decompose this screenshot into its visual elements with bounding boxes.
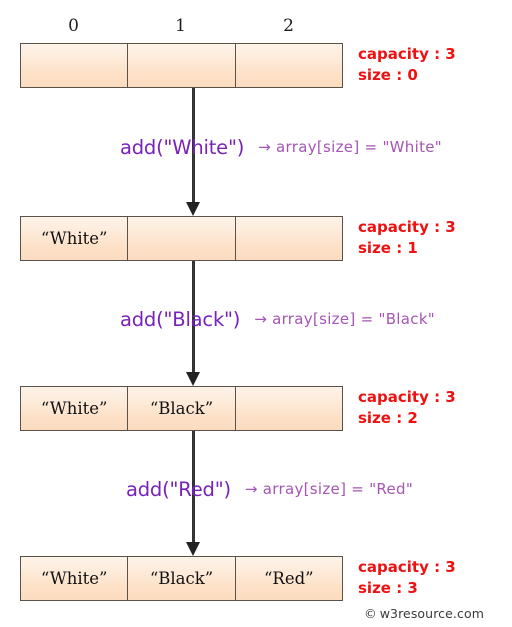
array-index-label-2: 2 <box>283 16 294 36</box>
step-add-red: add("Red") → array[size] = "Red" <box>126 476 413 502</box>
array-cell <box>21 44 129 87</box>
array-state-2: “White” “Black” <box>20 386 343 431</box>
arrow-head <box>186 202 200 216</box>
method-call-label: add("White") <box>120 135 245 159</box>
arrow-head <box>186 372 200 386</box>
array-cell <box>236 44 342 87</box>
step-annotation: → array[size] = "White" <box>258 138 442 156</box>
array-cell: “Black” <box>128 387 236 430</box>
array-index-label-0: 0 <box>68 16 79 36</box>
array-cell: “White” <box>21 387 129 430</box>
array-stats-2: capacity : 3 size : 2 <box>358 387 456 429</box>
capacity-label: capacity : 3 <box>358 218 456 236</box>
step-add-white: add("White") → array[size] = "White" <box>120 134 442 160</box>
array-index-header: 0 1 2 <box>20 14 343 40</box>
right-arrow-icon: → <box>258 138 272 156</box>
array-cell: “White” <box>21 217 129 260</box>
size-label: size : 2 <box>358 409 418 427</box>
capacity-label: capacity : 3 <box>358 388 456 406</box>
array-state-0 <box>20 43 343 88</box>
array-cell: “White” <box>21 557 129 600</box>
method-call-label: add("Black") <box>120 307 241 331</box>
array-stats-1: capacity : 3 size : 1 <box>358 217 456 259</box>
step-annotation: → array[size] = "Red" <box>245 480 413 498</box>
size-label: size : 3 <box>358 579 418 597</box>
array-cell <box>128 44 236 87</box>
annotation-text: array[size] = "Black" <box>272 310 435 328</box>
array-cell: “Black” <box>128 557 236 600</box>
array-stats-3: capacity : 3 size : 3 <box>358 557 456 599</box>
annotation-text: array[size] = "White" <box>276 138 442 156</box>
size-label: size : 0 <box>358 66 418 84</box>
diagram-canvas: 0 1 2 capacity : 3 size : 0 add("White")… <box>0 0 512 627</box>
size-label: size : 1 <box>358 239 418 257</box>
capacity-label: capacity : 3 <box>358 45 456 63</box>
array-cell <box>128 217 236 260</box>
array-state-3: “White” “Black” “Red” <box>20 556 343 601</box>
watermark-credit: © w3resource.com <box>364 606 484 621</box>
step-annotation: → array[size] = "Black" <box>254 310 435 328</box>
step-add-black: add("Black") → array[size] = "Black" <box>120 306 435 332</box>
right-arrow-icon: → <box>254 310 268 328</box>
right-arrow-icon: → <box>244 480 258 498</box>
array-state-1: “White” <box>20 216 343 261</box>
credit-text: w3resource.com <box>379 606 484 621</box>
copyright-icon: © <box>364 606 377 621</box>
array-stats-0: capacity : 3 size : 0 <box>358 44 456 86</box>
array-cell: “Red” <box>264 569 314 588</box>
array-index-label-1: 1 <box>175 16 186 36</box>
arrow-head <box>186 542 200 556</box>
array-cell <box>236 217 342 260</box>
annotation-text: array[size] = "Red" <box>262 480 414 498</box>
array-cell <box>236 387 342 430</box>
capacity-label: capacity : 3 <box>358 558 456 576</box>
method-call-label: add("Red") <box>126 477 231 501</box>
